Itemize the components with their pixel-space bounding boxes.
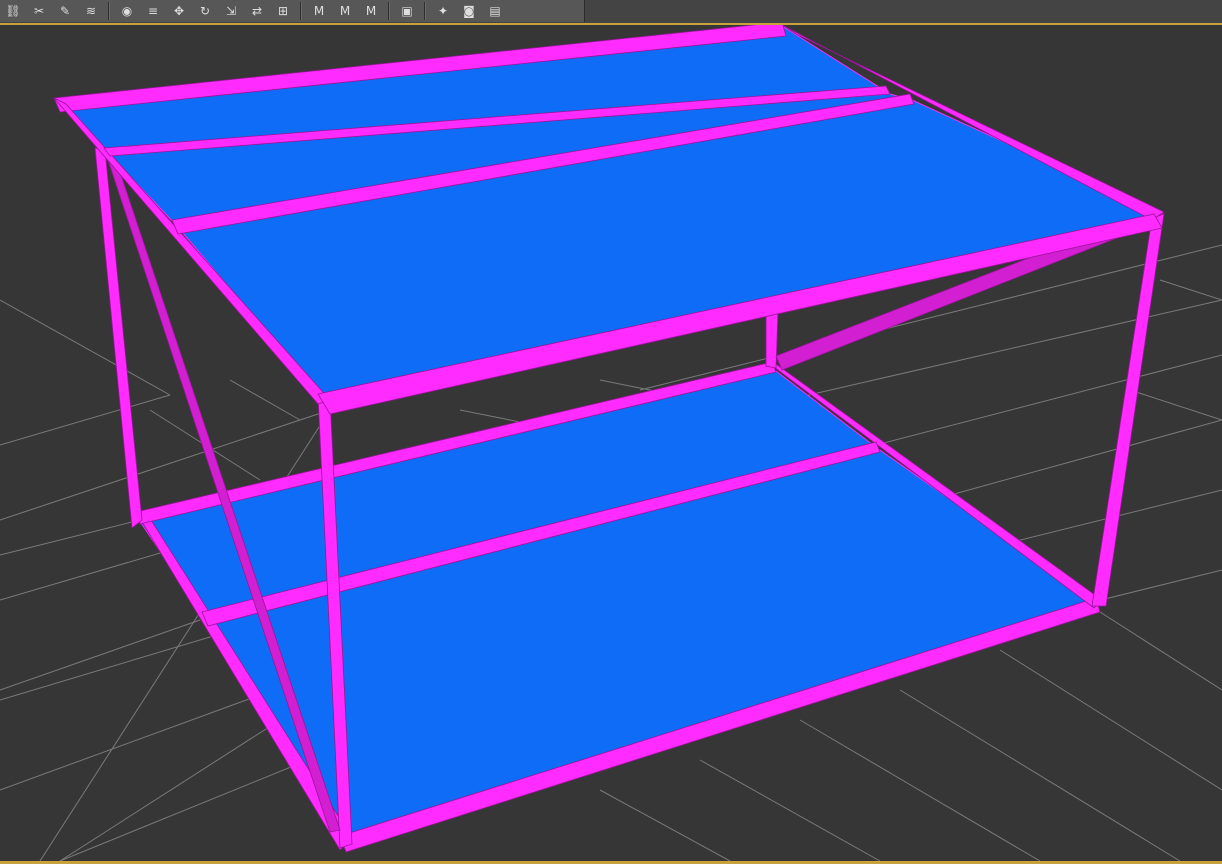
select-by-name-icon: ≡ [147, 4, 159, 18]
grid-line [0, 394, 171, 446]
render-production-icon: ✦ [437, 4, 449, 18]
grid-line [229, 379, 301, 421]
material-editor-icon: M [313, 4, 325, 18]
material-editor-button[interactable]: M [308, 1, 330, 21]
material-map-icon: M [339, 4, 351, 18]
toolbar-separator [388, 2, 390, 20]
link-button[interactable]: ⛓ [2, 1, 24, 21]
render-camera-icon: ◙ [463, 4, 475, 18]
scene-canvas[interactable] [0, 25, 1222, 861]
align-icon: ⊞ [277, 4, 289, 18]
perspective-viewport[interactable] [0, 25, 1222, 861]
select-by-name-button[interactable]: ≡ [142, 1, 164, 21]
rendered-frame-button[interactable]: ▣ [396, 1, 418, 21]
grid-line [599, 789, 731, 861]
render-setup-icon: M [365, 4, 377, 18]
bind-button[interactable]: ✎ [54, 1, 76, 21]
wave-icon: ≋ [85, 4, 97, 18]
mirror-icon: ⇄ [251, 4, 263, 18]
unlink-button[interactable]: ✂ [28, 1, 50, 21]
render-film-button[interactable]: ▤ [484, 1, 506, 21]
scale-icon: ⇲ [225, 4, 237, 18]
main-toolbar: ⛓ ✂ ✎ ≋ ◉ ≡ ✥ ↻ ⇲ ⇄ ⊞ M M M ▣ ✦ ◙ ▤ [0, 0, 1222, 24]
material-map-button[interactable]: M [334, 1, 356, 21]
select-object-button[interactable]: ◉ [116, 1, 138, 21]
link-icon: ⛓ [5, 4, 21, 18]
grid-line [1129, 389, 1222, 421]
toolbar-button-group: ⛓ ✂ ✎ ≋ ◉ ≡ ✥ ↻ ⇲ ⇄ ⊞ M M M ▣ ✦ ◙ ▤ [0, 0, 585, 22]
move-icon: ✥ [173, 4, 185, 18]
grid-line [1159, 279, 1222, 301]
rotate-icon: ↻ [199, 4, 211, 18]
unlink-icon: ✂ [33, 4, 45, 18]
grid-line [0, 299, 171, 396]
wave-button[interactable]: ≋ [80, 1, 102, 21]
grid-line [699, 759, 881, 861]
render-setup-button[interactable]: M [360, 1, 382, 21]
toolbar-separator [424, 2, 426, 20]
upright-back-right[interactable] [765, 311, 779, 369]
render-film-icon: ▤ [489, 4, 501, 18]
select-object-icon: ◉ [121, 4, 133, 18]
upright-back-left[interactable] [94, 147, 143, 529]
grid-line [799, 719, 1041, 861]
mirror-button[interactable]: ⇄ [246, 1, 268, 21]
scale-button[interactable]: ⇲ [220, 1, 242, 21]
render-production-button[interactable]: ✦ [432, 1, 454, 21]
grid-line [1099, 611, 1222, 691]
toolbar-separator [108, 2, 110, 20]
grid-line [0, 519, 141, 556]
toolbar-separator [300, 2, 302, 20]
move-button[interactable]: ✥ [168, 1, 190, 21]
rotate-button[interactable]: ↻ [194, 1, 216, 21]
rendered-frame-icon: ▣ [401, 4, 413, 18]
align-button[interactable]: ⊞ [272, 1, 294, 21]
grid-line [899, 689, 1181, 861]
grid-line [999, 649, 1222, 791]
bind-icon: ✎ [59, 4, 71, 18]
grid-line [0, 619, 201, 691]
grid-line [59, 719, 281, 861]
render-camera-button[interactable]: ◙ [458, 1, 480, 21]
upright-front-right[interactable] [1091, 213, 1165, 607]
